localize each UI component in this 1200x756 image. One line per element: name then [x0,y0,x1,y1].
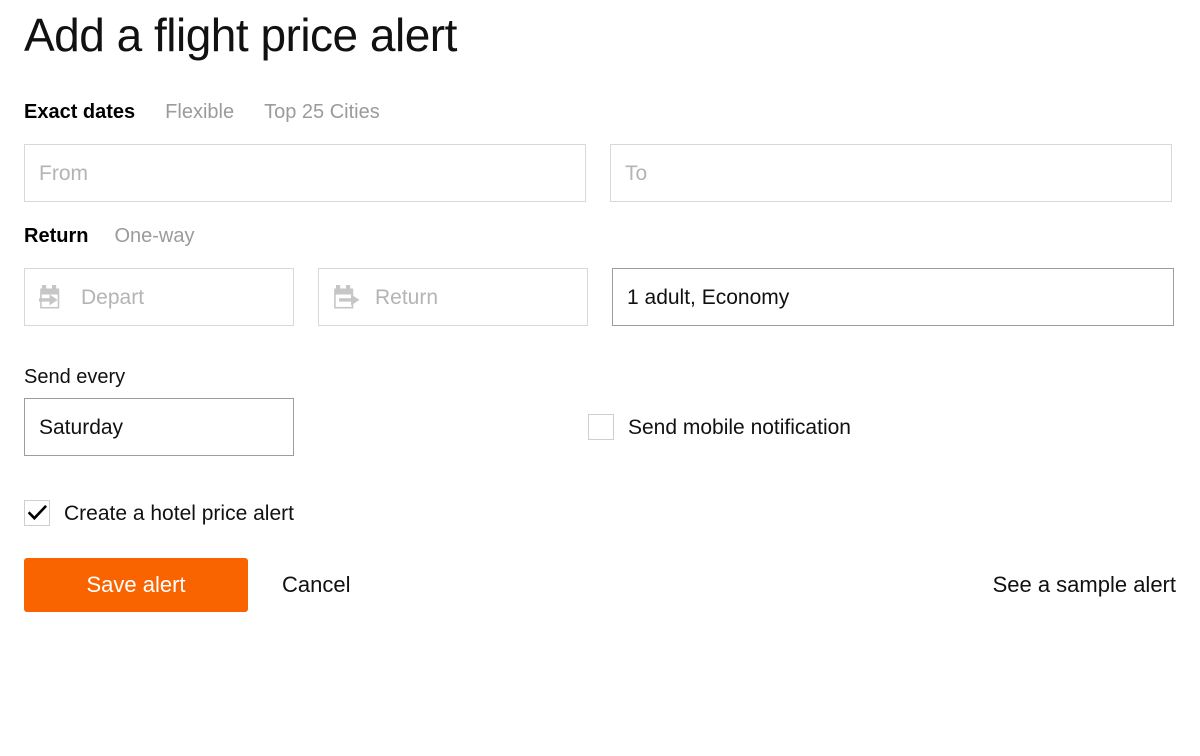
return-date-input[interactable]: Return [318,268,588,326]
calendar-arrow-in-icon [39,285,60,309]
send-every-value: Saturday [39,415,124,439]
send-every-select[interactable]: Saturday [24,398,294,456]
send-every-row: Saturday Send mobile notification [24,398,1176,456]
calendar-arrow-out-icon [334,285,360,309]
route-row: From To [24,144,1176,202]
checkbox-box-unchecked[interactable] [588,414,614,440]
from-input[interactable]: From [24,144,586,202]
return-placeholder: Return [375,285,439,309]
send-every-label: Send every [24,366,126,388]
add-flight-price-alert-form: Add a flight price alert Exact dates Fle… [0,0,1200,756]
to-input[interactable]: To [610,144,1172,202]
cancel-button[interactable]: Cancel [282,574,350,596]
tab-flexible[interactable]: Flexible [165,100,234,124]
trip-type-tabs: Return One-way [24,224,1176,254]
passengers-cabin-select[interactable]: 1 adult, Economy [612,268,1174,326]
send-mobile-notification-label: Send mobile notification [628,415,851,439]
create-hotel-price-alert-checkbox[interactable]: Create a hotel price alert [24,500,1176,526]
page-title: Add a flight price alert [24,9,457,61]
save-alert-button[interactable]: Save alert [24,558,248,612]
send-every-block: Send every Saturday Send mobile notifica… [24,366,1176,456]
create-hotel-price-alert-label: Create a hotel price alert [64,501,294,525]
from-placeholder: From [39,161,88,185]
passengers-cabin-value: 1 adult, Economy [627,285,790,309]
date-mode-tabs: Exact dates Flexible Top 25 Cities [24,100,1176,130]
action-row: Save alert Cancel See a sample alert [24,558,1176,612]
tab-exact-dates[interactable]: Exact dates [24,100,135,124]
to-placeholder: To [625,161,648,185]
tab-one-way[interactable]: One-way [114,224,194,248]
send-mobile-notification-checkbox[interactable]: Send mobile notification [588,414,851,440]
tab-return[interactable]: Return [24,224,88,248]
depart-placeholder: Depart [81,285,145,309]
tab-top-25-cities[interactable]: Top 25 Cities [264,100,380,124]
depart-date-input[interactable]: Depart [24,268,294,326]
dates-row: Depart Return 1 adult, Economy [24,268,1176,326]
see-sample-alert-link[interactable]: See a sample alert [993,574,1176,596]
checkbox-box-checked[interactable] [24,500,50,526]
checkmark-icon [27,505,47,521]
